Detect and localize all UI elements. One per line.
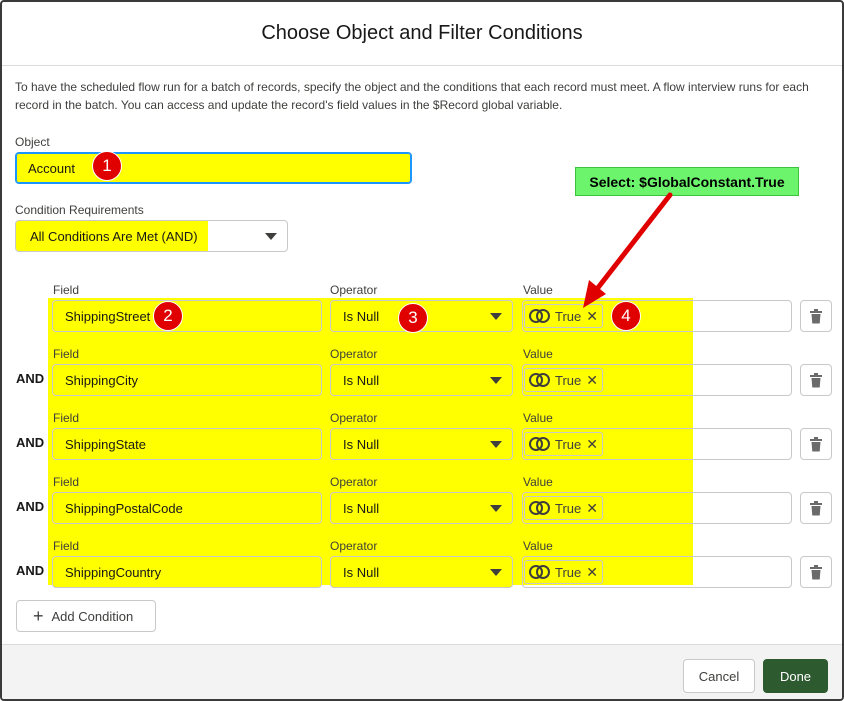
condition-requirements-select[interactable]: All Conditions Are Met (AND) [15,220,288,252]
value-label: Value [523,539,553,553]
object-label: Object [15,135,50,149]
close-icon[interactable]: ✕ [586,308,598,325]
field-value: ShippingCity [65,372,138,388]
close-icon[interactable]: ✕ [586,564,598,581]
and-connector: AND [16,371,45,386]
chevron-down-icon [265,233,277,240]
delete-condition-button[interactable] [800,492,832,524]
operator-value: Is Null [343,564,380,580]
operator-label: Operator [330,411,378,425]
delete-condition-button[interactable] [800,300,832,332]
field-value: ShippingStreet [65,308,151,324]
add-condition-label: Add Condition [51,608,134,624]
field-label: Field [53,347,80,361]
field-input[interactable]: ShippingCountry [52,556,322,588]
operator-label: Operator [330,347,378,361]
operator-select[interactable]: Is Null [330,556,513,588]
object-value: Account [28,160,75,176]
chevron-down-icon [490,569,502,576]
modal-title: Choose Object and Filter Conditions [261,22,583,44]
condition-requirements-value: All Conditions Are Met (AND) [16,221,208,251]
value-label: Value [523,283,553,297]
value-pill: True ✕ [524,368,603,392]
value-pill-label: True [555,372,582,388]
annotation-badge-3: 3 [398,303,428,333]
field-value: ShippingState [65,436,146,452]
operator-select[interactable]: Is Null [330,428,513,460]
value-pill-label: True [555,436,582,452]
field-value: ShippingPostalCode [65,500,183,516]
delete-condition-button[interactable] [800,364,832,396]
annotation-badge-4: 4 [611,301,641,331]
modal-header: Choose Object and Filter Conditions [2,2,842,66]
value-label: Value [523,347,553,361]
field-input[interactable]: ShippingPostalCode [52,492,322,524]
trash-icon [810,564,822,579]
value-pill-label: True [555,500,582,516]
value-pill: True ✕ [524,496,603,520]
close-icon[interactable]: ✕ [586,500,598,517]
global-constant-icon [529,373,550,387]
field-label: Field [53,539,80,553]
chevron-down-icon [490,505,502,512]
delete-condition-button[interactable] [800,428,832,460]
field-input[interactable]: ShippingState [52,428,322,460]
operator-value: Is Null [343,436,380,452]
field-label: Field [53,475,80,489]
trash-icon [810,372,822,387]
annotation-callout: Select: $GlobalConstant.True [575,167,799,196]
annotation-badge-1: 1 [92,151,122,181]
value-pill: True ✕ [524,560,603,584]
modal-footer: Cancel Done [2,644,842,699]
operator-value: Is Null [343,308,380,324]
object-input[interactable]: Account [15,152,412,184]
operator-label: Operator [330,539,378,553]
and-connector: AND [16,499,45,514]
value-label: Value [523,475,553,489]
operator-value: Is Null [343,500,380,516]
and-connector: AND [16,435,45,450]
value-pill-label: True [555,308,582,324]
add-condition-button[interactable]: + Add Condition [16,600,156,632]
operator-value: Is Null [343,372,380,388]
annotation-badge-2: 2 [153,301,183,331]
and-connector: AND [16,563,45,578]
done-button[interactable]: Done [763,659,828,693]
chevron-down-icon [490,441,502,448]
plus-icon: + [33,606,44,626]
trash-icon [810,308,822,323]
trash-icon [810,436,822,451]
value-pill: True ✕ [524,304,603,328]
field-input[interactable]: ShippingStreet [52,300,322,332]
value-label: Value [523,411,553,425]
field-input[interactable]: ShippingCity [52,364,322,396]
field-label: Field [53,411,80,425]
operator-label: Operator [330,283,378,297]
global-constant-icon [529,501,550,515]
global-constant-icon [529,309,550,323]
modal-dialog: Choose Object and Filter Conditions To h… [0,0,844,701]
trash-icon [810,500,822,515]
condition-requirements-label: Condition Requirements [15,203,144,217]
cancel-button[interactable]: Cancel [683,659,755,693]
delete-condition-button[interactable] [800,556,832,588]
close-icon[interactable]: ✕ [586,436,598,453]
chevron-down-icon [490,313,502,320]
field-label: Field [53,283,80,297]
close-icon[interactable]: ✕ [586,372,598,389]
operator-select[interactable]: Is Null [330,364,513,396]
global-constant-icon [529,565,550,579]
chevron-down-icon [490,377,502,384]
global-constant-icon [529,437,550,451]
value-pill-label: True [555,564,582,580]
value-pill: True ✕ [524,432,603,456]
operator-label: Operator [330,475,378,489]
modal-description: To have the scheduled flow run for a bat… [15,80,809,112]
field-value: ShippingCountry [65,564,162,580]
operator-select[interactable]: Is Null [330,492,513,524]
